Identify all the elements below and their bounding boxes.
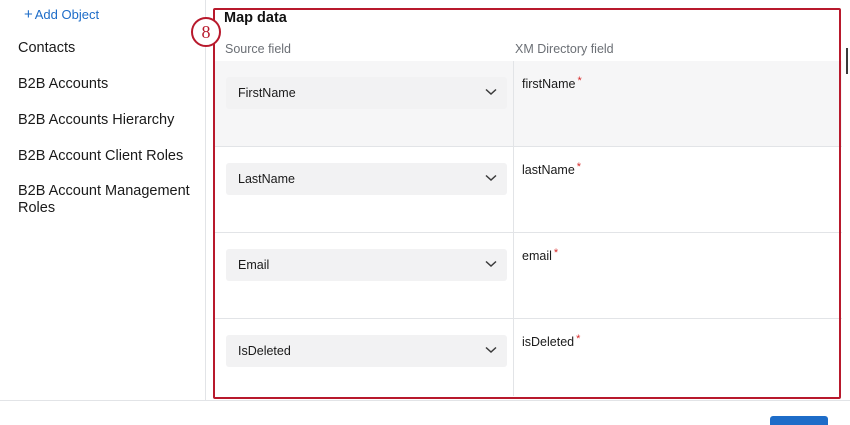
target-field-name: email * — [522, 247, 559, 263]
plus-icon: + — [24, 6, 33, 23]
sidebar-item-contacts[interactable]: Contacts — [18, 40, 198, 57]
dropdown-value: Email — [238, 258, 270, 272]
sidebar-item-b2b-accounts-hierarchy[interactable]: B2B Accounts Hierarchy — [18, 112, 198, 129]
target-field-cell: isDeleted * — [513, 319, 844, 396]
target-field-cell: email * — [513, 233, 844, 318]
source-field-dropdown[interactable]: Email — [226, 249, 507, 281]
target-field-cell: firstName * — [513, 61, 844, 146]
source-field-dropdown[interactable]: IsDeleted — [226, 335, 507, 367]
footer-bar — [0, 400, 850, 425]
scrollbar-thumb[interactable] — [846, 48, 848, 74]
sidebar: + Add Object Contacts B2B Accounts B2B A… — [0, 0, 205, 400]
mapping-table: FirstName firstName * LastName lastName * … — [215, 61, 844, 396]
required-marker: * — [553, 247, 559, 259]
required-marker: * — [576, 333, 581, 345]
sidebar-item-b2b-accounts[interactable]: B2B Accounts — [18, 76, 198, 93]
map-data-panel: Map data Source field XM Directory field… — [206, 0, 850, 400]
target-field-name: isDeleted * — [522, 333, 581, 349]
target-field-name: firstName * — [522, 75, 582, 91]
chevron-down-icon — [485, 88, 497, 96]
section-title: Map data — [224, 10, 287, 26]
xm-directory-field-header: XM Directory field — [515, 42, 614, 56]
step-number-badge: 8 — [191, 17, 221, 47]
dropdown-value: FirstName — [238, 86, 296, 100]
source-field-dropdown[interactable]: LastName — [226, 163, 507, 195]
dropdown-value: IsDeleted — [238, 344, 291, 358]
chevron-down-icon — [485, 174, 497, 182]
required-marker: * — [576, 161, 582, 173]
sidebar-item-b2b-account-management-roles[interactable]: B2B Account Management Roles — [18, 183, 198, 217]
mapping-row: Email email * — [215, 233, 844, 319]
source-field-header: Source field — [225, 42, 292, 56]
mapping-row: IsDeleted isDeleted * — [215, 319, 844, 396]
add-object-link[interactable]: + Add Object — [24, 7, 99, 22]
chevron-down-icon — [485, 260, 497, 268]
primary-action-button[interactable] — [770, 416, 828, 425]
mapping-row: LastName lastName * — [215, 147, 844, 233]
source-field-dropdown[interactable]: FirstName — [226, 77, 507, 109]
mapping-row: FirstName firstName * — [215, 61, 844, 147]
target-field-name: lastName * — [522, 161, 582, 177]
sidebar-item-b2b-account-client-roles[interactable]: B2B Account Client Roles — [18, 148, 198, 165]
target-field-cell: lastName * — [513, 147, 844, 232]
chevron-down-icon — [485, 346, 497, 354]
dropdown-value: LastName — [238, 172, 295, 186]
required-marker: * — [577, 75, 582, 87]
add-object-label: Add Object — [34, 7, 100, 22]
